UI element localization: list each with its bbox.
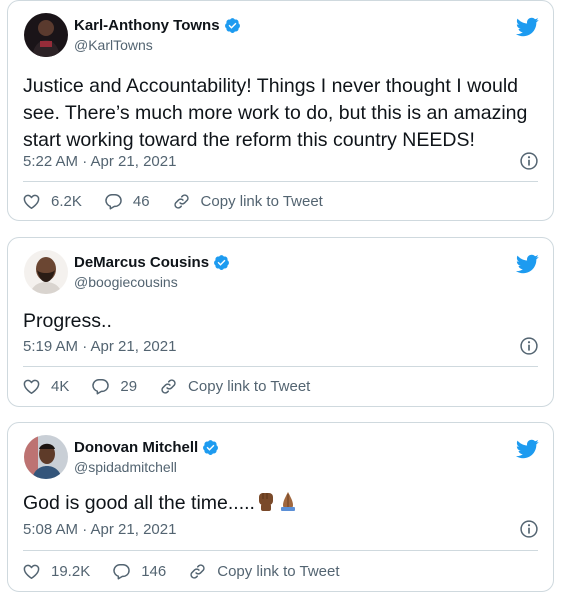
twitter-bird-icon[interactable] bbox=[515, 437, 539, 461]
avatar[interactable] bbox=[24, 13, 68, 57]
verified-badge-icon bbox=[202, 439, 219, 456]
reply-bubble-icon bbox=[91, 377, 110, 396]
like-button[interactable]: 19.2K bbox=[22, 562, 90, 581]
reply-button[interactable]: 146 bbox=[112, 562, 166, 581]
reply-count: 46 bbox=[132, 193, 150, 210]
heart-icon bbox=[22, 562, 41, 581]
twitter-bird-icon[interactable] bbox=[515, 252, 539, 276]
reply-count: 29 bbox=[120, 378, 138, 395]
info-icon[interactable] bbox=[519, 336, 539, 356]
like-count: 6.2K bbox=[51, 193, 82, 210]
divider bbox=[23, 366, 538, 367]
display-name[interactable]: DeMarcus Cousins bbox=[74, 254, 209, 271]
tweet-text: God is good all the time..... bbox=[23, 492, 255, 514]
user-handle[interactable]: @KarlTowns bbox=[74, 37, 153, 53]
twitter-bird-icon[interactable] bbox=[515, 15, 539, 39]
heart-icon bbox=[22, 192, 41, 211]
tweet-timestamp[interactable]: 5:08 AM · Apr 21, 2021 bbox=[23, 521, 176, 538]
tweet-text: Progress.. bbox=[23, 310, 112, 332]
display-name[interactable]: Karl-Anthony Towns bbox=[74, 17, 220, 34]
display-name[interactable]: Donovan Mitchell bbox=[74, 439, 198, 456]
reply-button[interactable]: 46 bbox=[104, 192, 150, 211]
copy-link-button[interactable]: Copy link to Tweet bbox=[159, 377, 310, 396]
tweet-actions: 19.2K 146 Copy link to Tweet bbox=[22, 562, 362, 581]
divider bbox=[23, 181, 538, 182]
link-icon bbox=[188, 562, 207, 581]
info-icon[interactable] bbox=[519, 151, 539, 171]
folded-hands-emoji bbox=[280, 492, 295, 511]
like-count: 19.2K bbox=[51, 563, 91, 580]
avatar[interactable] bbox=[24, 435, 68, 479]
reply-count: 146 bbox=[141, 563, 167, 580]
tweet-timestamp[interactable]: 5:22 AM · Apr 21, 2021 bbox=[23, 153, 176, 170]
copy-link-label: Copy link to Tweet bbox=[200, 193, 323, 210]
copy-link-button[interactable]: Copy link to Tweet bbox=[172, 192, 323, 211]
tweet-timestamp[interactable]: 5:19 AM · Apr 21, 2021 bbox=[23, 338, 176, 355]
user-handle[interactable]: @spidadmitchell bbox=[74, 459, 177, 475]
tweet-card[interactable]: Donovan Mitchell @spidadmitchell God is … bbox=[7, 422, 554, 592]
info-icon[interactable] bbox=[519, 519, 539, 539]
reply-button[interactable]: 29 bbox=[91, 377, 137, 396]
verified-badge-icon bbox=[224, 17, 241, 34]
like-count: 4K bbox=[51, 378, 70, 395]
tweet-card[interactable]: Karl-Anthony Towns @KarlTowns Justice an… bbox=[7, 0, 554, 221]
reply-bubble-icon bbox=[104, 192, 123, 211]
like-button[interactable]: 4K bbox=[22, 377, 69, 396]
tweet-text-row: God is good all the time..... bbox=[23, 490, 533, 517]
tweet-card[interactable]: DeMarcus Cousins @boogiecousins Progress… bbox=[7, 237, 554, 407]
copy-link-label: Copy link to Tweet bbox=[217, 563, 340, 580]
raised-fist-emoji bbox=[258, 493, 273, 511]
link-icon bbox=[172, 192, 191, 211]
copy-link-label: Copy link to Tweet bbox=[188, 378, 311, 395]
link-icon bbox=[159, 377, 178, 396]
divider bbox=[23, 550, 538, 551]
tweet-actions: 6.2K 46 Copy link to Tweet bbox=[22, 192, 345, 211]
heart-icon bbox=[22, 377, 41, 396]
copy-link-button[interactable]: Copy link to Tweet bbox=[188, 562, 340, 581]
user-handle[interactable]: @boogiecousins bbox=[74, 274, 178, 290]
reply-bubble-icon bbox=[112, 562, 131, 581]
like-button[interactable]: 6.2K bbox=[22, 192, 82, 211]
tweet-actions: 4K 29 Copy link to Tweet bbox=[22, 377, 332, 396]
tweet-text: Justice and Accountability! Things I nev… bbox=[23, 75, 528, 151]
avatar[interactable] bbox=[24, 250, 68, 294]
verified-badge-icon bbox=[213, 254, 230, 271]
